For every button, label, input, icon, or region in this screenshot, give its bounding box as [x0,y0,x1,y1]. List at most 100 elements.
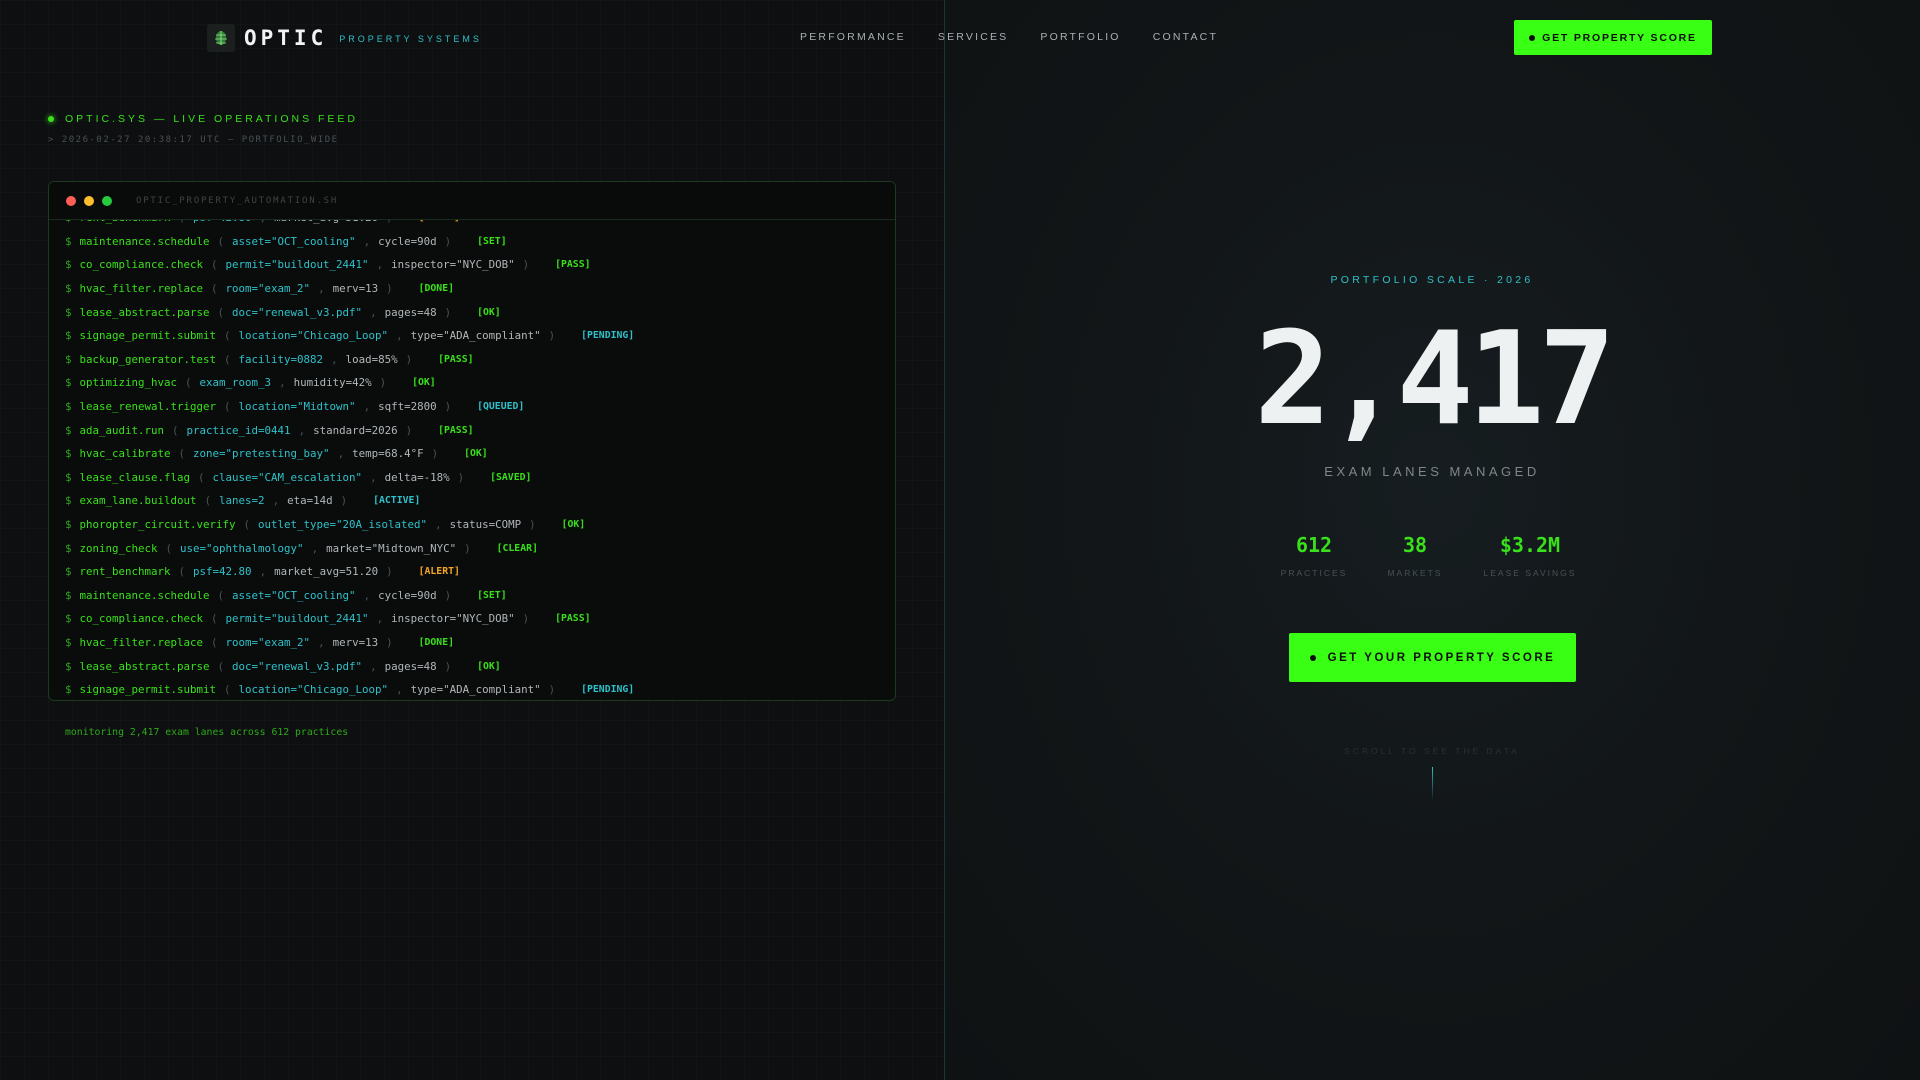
argument-secondary: delta=-18% [384,470,450,484]
stat-practices: 612 PRACTICES [1280,533,1348,578]
terminal-line: $ phoropter_circuit.verify (outlet_type="2… [65,513,634,537]
status-tag: [SET] [477,235,507,247]
argument-secondary: pages=48 [384,305,437,319]
get-your-property-score-button[interactable]: GET YOUR PROPERTY SCORE [1289,633,1576,682]
comma: , [318,635,325,649]
terminal-line: $ backup_generator.test (facility=0882, loa… [65,348,634,372]
paren-open: ( [211,612,218,626]
paren-close: ) [379,376,387,390]
command-name: backup_generator.test [79,352,217,366]
terminal-line: $ maintenance.schedule (asset="OCT_cooling… [65,230,634,254]
command-name: lease_clause.flag [79,470,191,484]
paren-open: ( [217,588,225,602]
terminal-window: OPTIC_PROPERTY_AUTOMATION.SH $ rent_bench… [48,181,896,701]
monitor-status: monitoring 2,417 exam lanes across 612 p… [65,727,349,738]
exam-lanes-label: EXAM LANES MANAGED [1324,464,1540,479]
command-name: exam_lane.buildout [79,494,197,508]
argument-primary: clause="CAM_escalation" [212,470,363,484]
prompt-symbol: $ [65,329,72,343]
argument-secondary: merv=13 [332,282,379,296]
command-name: signage_permit.submit [79,329,217,343]
paren-close: ) [444,234,452,248]
argument-primary: psf=42.80 [193,220,252,224]
stat-value: $3.2M [1499,533,1561,557]
stat-value: 38 [1402,533,1428,557]
command-name: maintenance.schedule [79,234,210,248]
argument-primary: location="Chicago_Loop" [238,329,389,343]
comma: , [298,423,306,437]
terminal-output[interactable]: $ rent_benchmark (psf=42.80, market_avg=51.… [49,220,895,700]
argument-secondary: eta=14d [287,494,333,508]
argument-secondary: status=COMP [449,518,522,532]
nav-contact[interactable]: CONTACT [1153,31,1218,43]
status-tag: [ACTIVE] [373,495,421,507]
maximize-window-icon[interactable] [102,195,112,206]
get-property-score-label: GET PROPERTY SCORE [1542,31,1697,44]
status-tag: [PASS] [555,259,591,271]
scroll-hint: SCROLL TO SEE THE DATA [1344,746,1520,756]
paren-close: ) [405,352,413,366]
terminal-line: $ signage_permit.submit (location="Chicago… [65,324,634,348]
terminal-line: $ signage_permit.submit (location="Chicago… [65,678,634,700]
bullet-icon [1309,654,1316,661]
terminal-line: $ maintenance.schedule (asset="OCT_cooling… [65,584,634,608]
command-name: hvac_calibrate [79,447,171,461]
brand-logo[interactable]: OPTIC PROPERTY SYSTEMS [207,24,482,52]
close-window-icon[interactable] [66,195,76,206]
paren-close: ) [386,220,393,224]
paren-open: ( [211,282,218,296]
paren-close: ) [386,565,393,579]
comma: , [363,400,371,414]
argument-primary: location="Chicago_Loop" [238,683,389,697]
argument-secondary: cycle=90d [378,588,437,602]
feed-title: OPTIC.SYS — LIVE OPERATIONS FEED [48,113,358,125]
argument-primary: location="Midtown" [238,400,356,414]
minimize-window-icon[interactable] [84,195,94,206]
paren-close: ) [386,635,393,649]
nav-performance[interactable]: PERFORMANCE [800,31,906,43]
command-name: hvac_filter.replace [79,282,204,296]
command-name: phoropter_circuit.verify [79,518,236,532]
command-name: signage_permit.submit [79,683,217,697]
main-nav: PERFORMANCE SERVICES PORTFOLIO CONTACT [800,31,1218,43]
comma: , [370,470,377,484]
terminal-line: $ co_compliance.check (permit="buildout_24… [65,253,634,277]
terminal-line: $ ada_audit.run (practice_id=0441, standard… [65,418,634,442]
paren-close: ) [405,423,413,437]
prompt-symbol: $ [65,659,72,673]
command-name: hvac_filter.replace [79,635,204,649]
terminal-line: $ co_compliance.check (permit="buildout_24… [65,607,634,631]
argument-secondary: inspector="NYC_DOB" [391,258,515,272]
paren-close: ) [444,400,452,414]
comma: , [376,612,384,626]
terminal-line: $ exam_lane.buildout (lanes=2, eta=14d) [ACT… [65,489,634,513]
paren-close: ) [548,683,556,697]
prompt-symbol: $ [65,423,72,437]
nav-portfolio[interactable]: PORTFOLIO [1040,31,1120,43]
terminal-line: $ hvac_calibrate (zone="pretesting_bay", te… [65,442,634,466]
paren-open: ( [211,635,218,649]
argument-secondary: sqft=2800 [378,400,437,414]
prompt-symbol: $ [65,220,72,224]
nav-services[interactable]: SERVICES [938,31,1009,43]
command-name: lease_renewal.trigger [79,400,217,414]
status-tag: [SAVED] [490,471,532,483]
terminal-line: $ rent_benchmark (psf=42.80, market_avg=51.… [65,560,634,584]
comma: , [311,541,319,555]
status-tag: [ALERT] [419,220,460,223]
paren-open: ( [224,683,231,697]
argument-secondary: standard=2026 [313,423,398,437]
status-tag: [PASS] [438,424,474,436]
paren-close: ) [431,447,439,461]
get-property-score-button[interactable]: GET PROPERTY SCORE [1514,20,1712,55]
argument-primary: facility=0882 [238,352,324,366]
paren-open: ( [217,305,225,319]
terminal-line: $ lease_abstract.parse (doc="renewal_v3.pd… [65,654,634,678]
argument-secondary: type="ADA_compliant" [410,683,541,697]
status-tag: [OK] [464,448,488,460]
stat-markets: 38 MARKETS [1386,533,1444,578]
stats-row: 612 PRACTICES 38 MARKETS $3.2M LEASE SAV… [1280,533,1616,578]
prompt-symbol: $ [65,635,72,649]
paren-open: ( [178,447,186,461]
portfolio-scale-label: PORTFOLIO SCALE · 2026 [1330,274,1534,286]
